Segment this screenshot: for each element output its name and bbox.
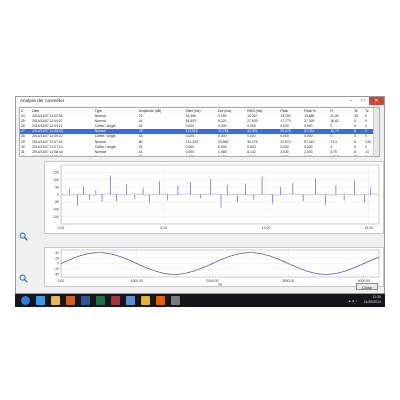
table-cell: 32 — [20, 155, 31, 156]
y-tick-label: 40 — [55, 251, 59, 255]
taskbar-clock[interactable]: 11:20 11/20/2014 — [359, 295, 381, 305]
x-tick-label: 1000,00 — [131, 279, 143, 283]
x-tick-label: 0,00 — [58, 279, 65, 283]
taskbar: ▴ ◂ ♪ 11:20 11/20/2014 — [15, 294, 385, 307]
y-tick-label: 50 — [55, 185, 59, 189]
y-tick-label: -40 — [54, 273, 59, 277]
table-cell: 0,000 — [279, 155, 303, 156]
table-body: 24 2014/11/07 11:00:50 Normal 21 15,356 2,150… — [20, 113, 379, 156]
analysis-window: Analyse der Ausreißer – □ ✕ # Date Type Amp… — [15, 96, 385, 294]
waveform-chart[interactable]: 40 20 0 -20 -40 0,00 1000,00 2000,00 3000,00 4000… — [44, 247, 384, 287]
table-row[interactable]: 322014/11/07 11:09:00Normal741,8678,5900… — [20, 155, 379, 156]
title-bar: Analyse der Ausreißer – □ ✕ — [16, 97, 384, 106]
table-cell: 2014/11/07 11:09:00 — [31, 155, 94, 156]
clock-date: 11/20/2014 — [363, 300, 381, 304]
window-title: Analyse der Ausreißer — [20, 98, 65, 103]
media-player-icon[interactable] — [66, 296, 75, 305]
word-icon[interactable] — [81, 296, 90, 305]
signal-chart-svg: 150 100 50 0 -50 -100 -150 0,00 5,00 10,00 15,00 — [52, 164, 380, 230]
app-icon[interactable] — [126, 296, 135, 305]
table-cell: 1,867 — [185, 155, 217, 156]
file-explorer-icon[interactable] — [51, 296, 60, 305]
access-icon[interactable] — [111, 296, 120, 305]
y-tick-label: -100 — [52, 207, 59, 211]
table-cell: 145,31 — [329, 155, 353, 156]
zoom-icon[interactable] — [19, 228, 28, 241]
y-tick-label: 0 — [57, 262, 59, 266]
table-cell: 0,000 — [303, 155, 329, 156]
x-tick-label: 5,00 — [160, 226, 167, 230]
settings-icon[interactable] — [171, 296, 180, 305]
x-axis-label: ms — [218, 283, 223, 287]
table-cell: 74 — [138, 155, 185, 156]
y-tick-label: 0 — [57, 193, 59, 197]
y-tick-label: 100 — [53, 178, 59, 182]
firefox-icon[interactable] — [156, 296, 165, 305]
signal-chart[interactable]: 150 100 50 0 -50 -100 -150 0,00 5,00 10,00 15,00 — [44, 161, 384, 234]
outlier-table[interactable]: # Date Type Amplitude (dB) Start (ms) Dur (ms… — [19, 107, 380, 157]
y-tick-label: -50 — [54, 200, 59, 204]
y-tick-label: -20 — [54, 267, 59, 271]
table-cell: 8,590 — [217, 155, 246, 156]
start-orb-icon[interactable] — [21, 296, 30, 305]
table-cell: Normal — [94, 155, 138, 156]
x-tick-label: 3000,00 — [282, 279, 294, 283]
table-scrollbar[interactable] — [373, 108, 379, 156]
maximize-button[interactable]: □ — [358, 97, 368, 105]
x-tick-label: 10,00 — [262, 226, 271, 230]
x-tick-label: 15,00 — [364, 226, 373, 230]
system-tray-icons[interactable]: ▴ ◂ ♪ — [349, 298, 357, 303]
waveform-chart-svg: 40200-20-400,00 1000,00 2000,00 3000,00 4000… — [54, 249, 380, 287]
table-cell: 73 — [353, 155, 364, 156]
minimize-button[interactable]: – — [346, 97, 356, 105]
close-button[interactable]: Close — [356, 283, 378, 290]
y-tick-label: 150 — [53, 171, 59, 175]
window-close-button[interactable]: ✕ — [369, 97, 384, 105]
internet-explorer-icon[interactable] — [36, 296, 45, 305]
x-tick-label: 0,00 — [58, 226, 65, 230]
y-tick-label: 20 — [55, 256, 59, 260]
table-cell: 0,040 — [246, 155, 279, 156]
y-tick-label: -150 — [52, 215, 59, 219]
excel-icon[interactable] — [96, 296, 105, 305]
chrome-icon[interactable] — [141, 296, 150, 305]
zoom-icon[interactable] — [19, 270, 28, 283]
